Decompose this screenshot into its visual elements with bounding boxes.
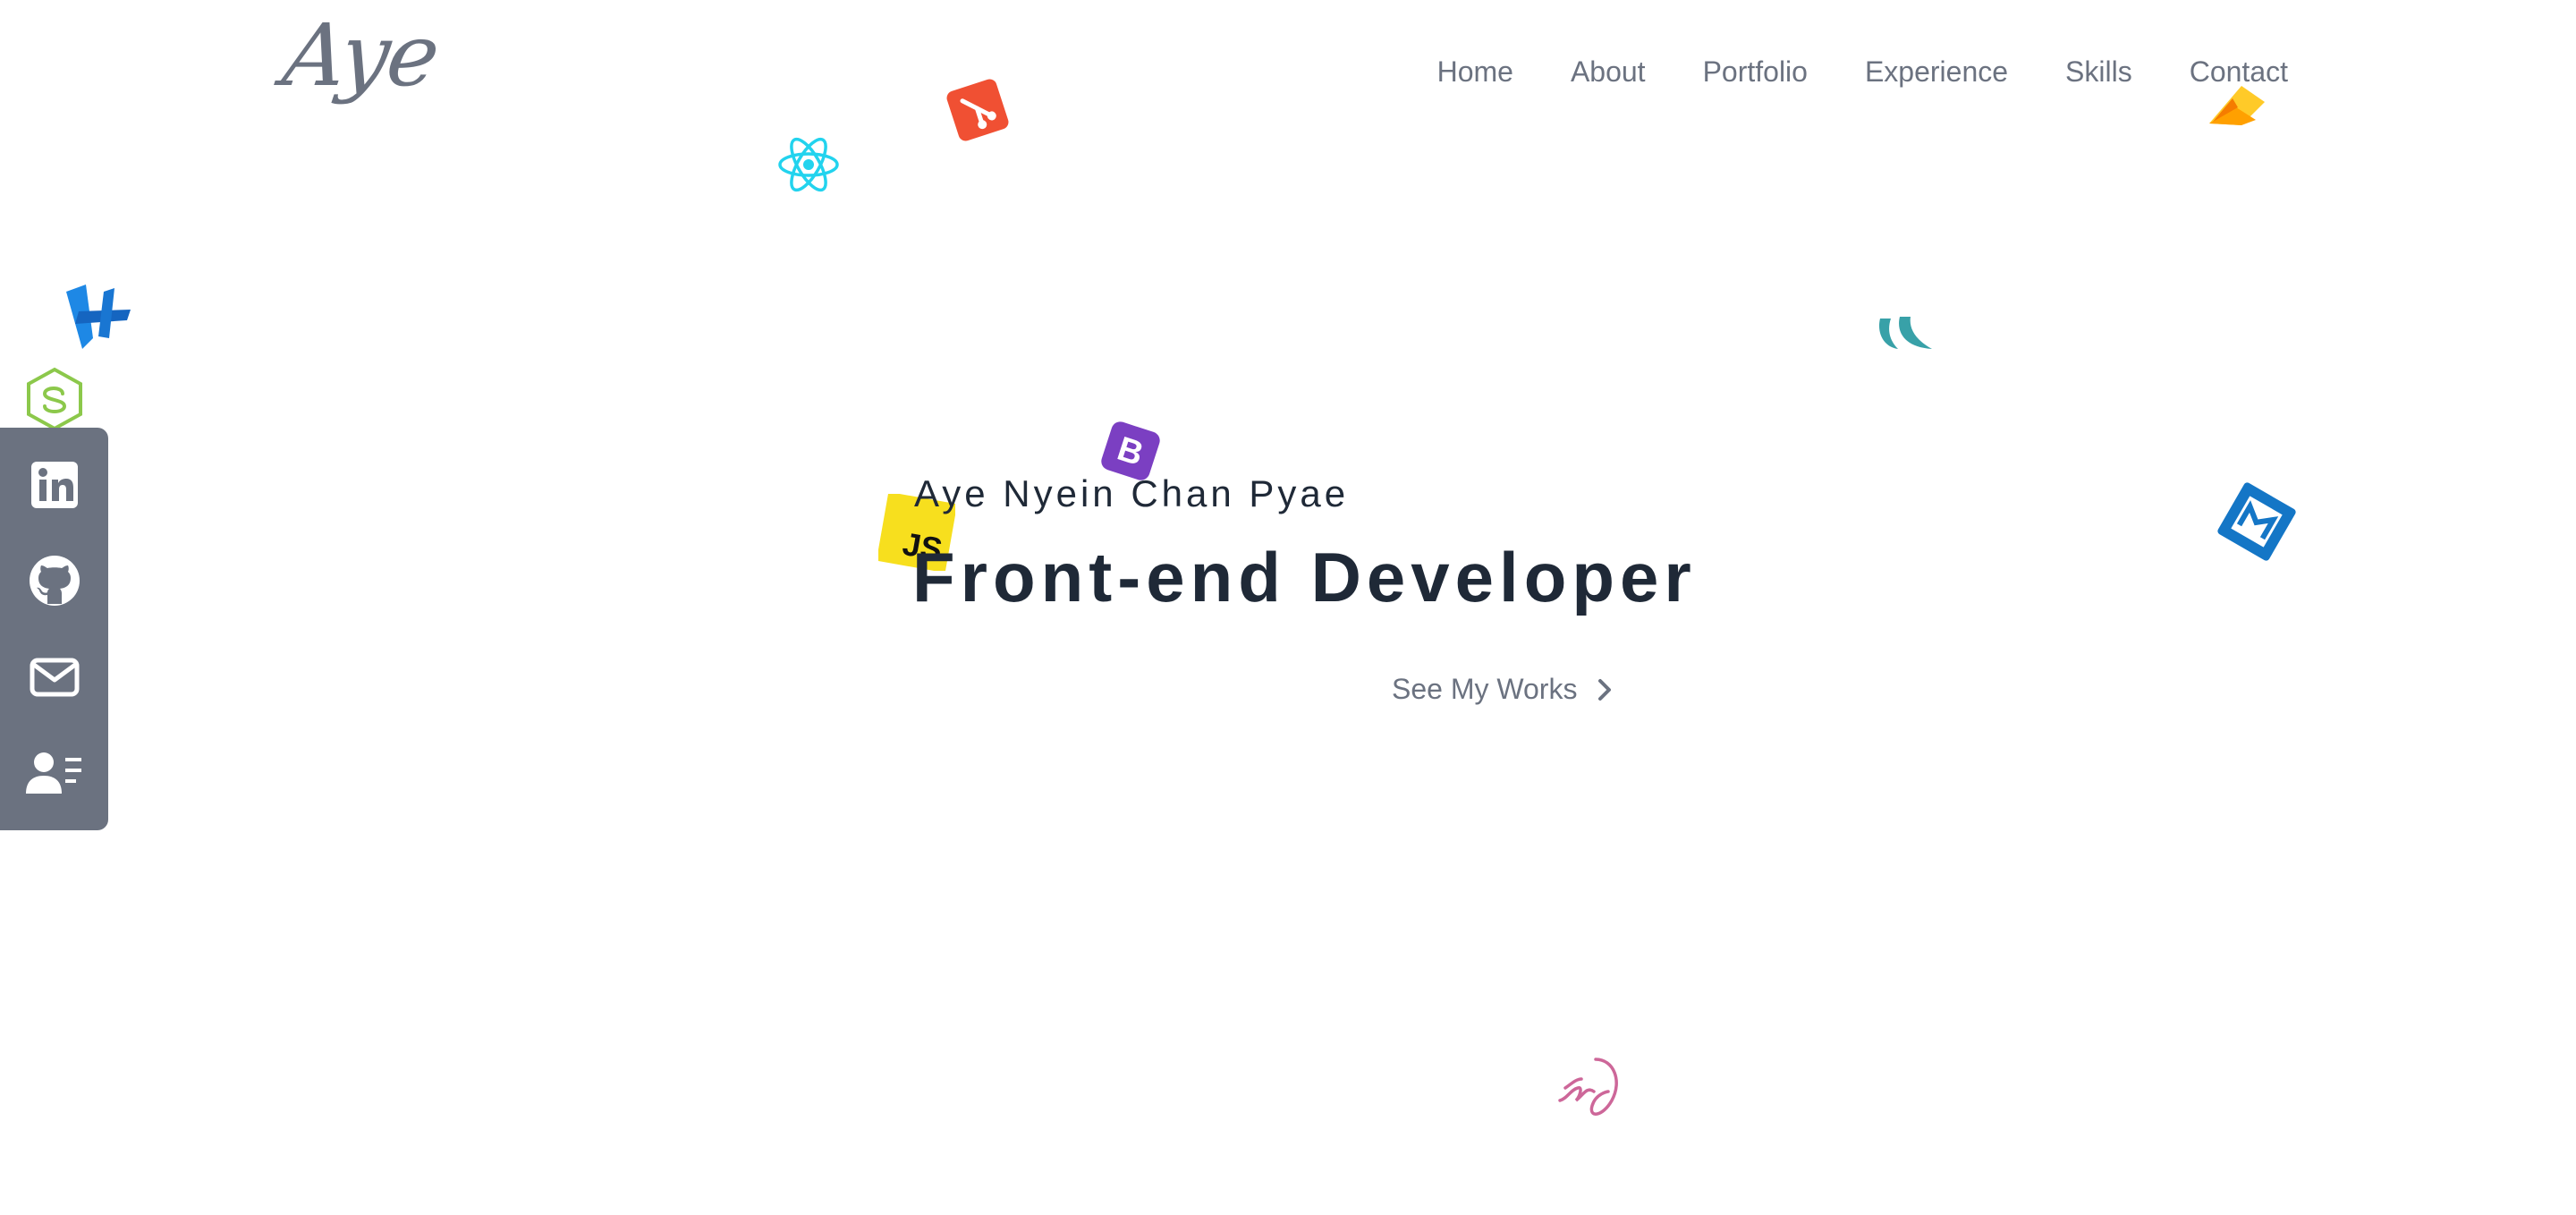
see-my-works-button[interactable]: See My Works [1392,673,1613,706]
see-my-works-label: See My Works [1392,673,1578,705]
hero-name: Aye Nyein Chan Pyae [914,472,1350,514]
resume-link[interactable] [25,744,83,802]
nav-portfolio[interactable]: Portfolio [1703,50,1808,93]
mail-icon [30,658,79,697]
sass-icon [1558,1058,1618,1116]
hero-title: Front-end Developer [912,538,1697,616]
windi-icon [1878,317,1932,349]
nodejs-icon [27,367,82,431]
vscode-icon [66,285,131,349]
nav-skills[interactable]: Skills [2065,50,2132,93]
resume-icon [25,752,81,794]
site-logo[interactable]: Aye [277,5,444,106]
nav-experience[interactable]: Experience [1865,50,2008,93]
github-link[interactable] [26,552,83,609]
main-nav: Home About Portfolio Experience Skills C… [1437,50,2288,93]
chevron-right-icon [1598,678,1612,701]
social-sidebar [0,428,108,830]
nav-about[interactable]: About [1571,50,1646,93]
material-ui-icon [2217,482,2296,561]
linkedin-link[interactable] [26,456,83,514]
linkedin-icon [30,461,78,508]
firebase-icon [2209,86,2265,125]
nav-home[interactable]: Home [1437,50,1513,93]
react-icon [778,137,839,192]
github-icon [29,556,80,607]
email-link[interactable] [26,649,83,706]
git-icon [946,79,1009,141]
